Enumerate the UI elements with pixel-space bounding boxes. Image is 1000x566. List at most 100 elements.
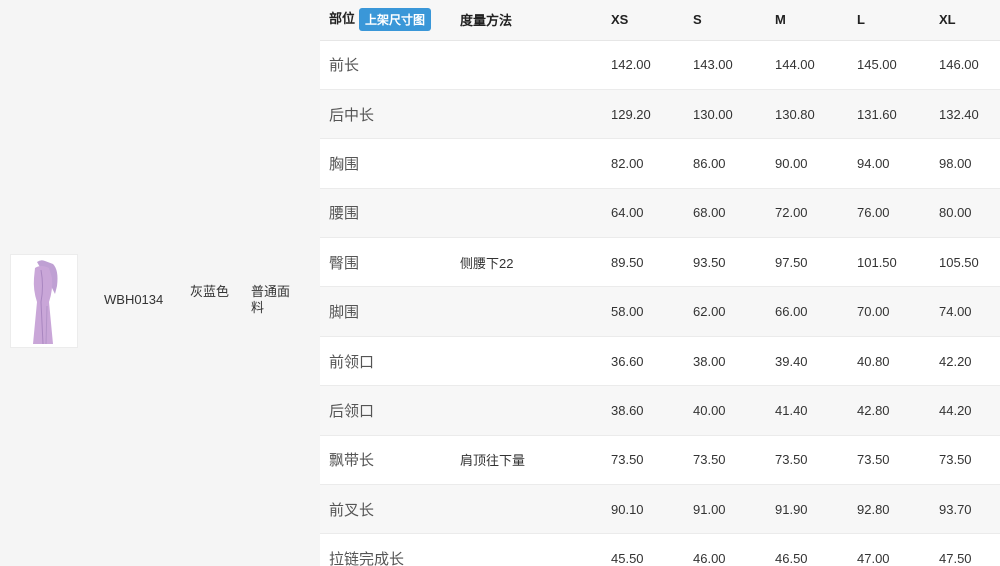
cell-part: 胸围: [320, 138, 451, 189]
table-row: 臀围 侧腰下22 89.50 93.50 97.50 101.50 105.50: [320, 237, 1000, 288]
cell-size-l: 47.00: [857, 533, 939, 566]
table-row: 腰围 64.00 68.00 72.00 76.00 80.00: [320, 188, 1000, 239]
cell-size-xl: 98.00: [939, 138, 1000, 189]
cell-size-l: 70.00: [857, 286, 939, 337]
cell-size-xs: 129.20: [611, 89, 693, 140]
cell-part: 后领口: [320, 385, 451, 436]
table-row: 脚围 58.00 62.00 66.00 70.00 74.00: [320, 286, 1000, 337]
cell-size-l: 76.00: [857, 188, 939, 239]
size-table-container: 部位 上架尺寸图 度量方法 XS S M L XL 前长 142.00 143.00 1…: [320, 0, 1000, 566]
header-size-xl: XL: [939, 0, 1000, 41]
header-method: 度量方法: [451, 0, 611, 41]
cell-size-s: 93.50: [693, 237, 775, 288]
cell-size-xs: 58.00: [611, 286, 693, 337]
cell-size-xs: 89.50: [611, 237, 693, 288]
cell-size-xs: 36.60: [611, 336, 693, 387]
cell-size-m: 144.00: [775, 40, 857, 90]
cell-size-s: 91.00: [693, 484, 775, 535]
cell-size-m: 39.40: [775, 336, 857, 387]
product-info-panel: WBH0134 灰蓝色 普通面料: [0, 0, 312, 566]
cell-size-xs: 82.00: [611, 138, 693, 189]
cell-size-m: 73.50: [775, 435, 857, 486]
header-part: 部位 上架尺寸图: [320, 0, 451, 41]
cell-method: [451, 533, 611, 566]
cell-size-l: 40.80: [857, 336, 939, 387]
cell-size-s: 40.00: [693, 385, 775, 436]
cell-size-s: 73.50: [693, 435, 775, 486]
cell-part: 前长: [320, 40, 451, 90]
cell-part: 拉链完成长: [320, 533, 451, 566]
cell-method: [451, 188, 611, 239]
cell-part: 后中长: [320, 89, 451, 140]
table-row: 前长 142.00 143.00 144.00 145.00 146.00: [320, 40, 1000, 90]
cell-size-xl: 132.40: [939, 89, 1000, 140]
table-row: 后中长 129.20 130.00 130.80 131.60 132.40: [320, 89, 1000, 140]
cell-size-m: 97.50: [775, 237, 857, 288]
cell-size-s: 38.00: [693, 336, 775, 387]
cell-method: 肩顶往下量: [451, 435, 611, 486]
cell-size-s: 62.00: [693, 286, 775, 337]
cell-size-xl: 146.00: [939, 40, 1000, 90]
cell-size-m: 41.40: [775, 385, 857, 436]
header-size-l: L: [857, 0, 939, 41]
upload-size-chart-button[interactable]: 上架尺寸图: [359, 8, 432, 32]
cell-part: 前叉长: [320, 484, 451, 535]
table-row: 拉链完成长 45.50 46.00 46.50 47.00 47.50: [320, 533, 1000, 566]
cell-size-l: 145.00: [857, 40, 939, 90]
cell-method: [451, 138, 611, 189]
cell-part: 飘带长: [320, 435, 451, 486]
cell-method: [451, 336, 611, 387]
cell-size-xl: 93.70: [939, 484, 1000, 535]
cell-size-l: 94.00: [857, 138, 939, 189]
cell-size-xs: 90.10: [611, 484, 693, 535]
cell-size-s: 46.00: [693, 533, 775, 566]
cell-size-s: 68.00: [693, 188, 775, 239]
cell-size-l: 42.80: [857, 385, 939, 436]
cell-part: 腰围: [320, 188, 451, 239]
cell-size-xs: 64.00: [611, 188, 693, 239]
dress-thumbnail-icon: [33, 260, 58, 345]
cell-method: [451, 89, 611, 140]
product-thumbnail[interactable]: [10, 254, 78, 348]
cell-method: [451, 40, 611, 90]
header-size-s: S: [693, 0, 775, 41]
cell-size-l: 131.60: [857, 89, 939, 140]
cell-size-xs: 73.50: [611, 435, 693, 486]
cell-part: 脚围: [320, 286, 451, 337]
cell-size-xl: 44.20: [939, 385, 1000, 436]
cell-size-l: 92.80: [857, 484, 939, 535]
size-table: 部位 上架尺寸图 度量方法 XS S M L XL 前长 142.00 143.00 1…: [320, 0, 1000, 566]
size-chart-page: WBH0134 灰蓝色 普通面料 部位 上架尺寸图 度量方法 XS S M L X…: [0, 0, 1000, 566]
cell-size-l: 73.50: [857, 435, 939, 486]
cell-size-xl: 73.50: [939, 435, 1000, 486]
cell-size-m: 72.00: [775, 188, 857, 239]
cell-size-xl: 74.00: [939, 286, 1000, 337]
cell-method: [451, 484, 611, 535]
size-table-header-row: 部位 上架尺寸图 度量方法 XS S M L XL: [320, 0, 1000, 41]
product-sku: WBH0134: [104, 292, 164, 307]
cell-method: [451, 385, 611, 436]
cell-size-xl: 80.00: [939, 188, 1000, 239]
table-row: 飘带长 肩顶往下量 73.50 73.50 73.50 73.50 73.50: [320, 435, 1000, 486]
cell-size-s: 130.00: [693, 89, 775, 140]
cell-size-xl: 47.50: [939, 533, 1000, 566]
table-row: 后领口 38.60 40.00 41.40 42.80 44.20: [320, 385, 1000, 436]
product-color: 灰蓝色: [190, 284, 230, 299]
cell-size-m: 91.90: [775, 484, 857, 535]
cell-method: 侧腰下22: [451, 237, 611, 288]
cell-size-xs: 38.60: [611, 385, 693, 436]
cell-size-l: 101.50: [857, 237, 939, 288]
table-row: 胸围 82.00 86.00 90.00 94.00 98.00: [320, 138, 1000, 189]
header-size-xs: XS: [611, 0, 693, 41]
cell-part: 前领口: [320, 336, 451, 387]
cell-size-xs: 45.50: [611, 533, 693, 566]
header-part-label: 部位: [329, 11, 356, 27]
cell-size-m: 66.00: [775, 286, 857, 337]
cell-size-xs: 142.00: [611, 40, 693, 90]
cell-part: 臀围: [320, 237, 451, 288]
cell-size-m: 130.80: [775, 89, 857, 140]
cell-size-s: 86.00: [693, 138, 775, 189]
cell-size-xl: 42.20: [939, 336, 1000, 387]
product-fabric: 普通面料: [251, 284, 291, 315]
cell-size-m: 90.00: [775, 138, 857, 189]
